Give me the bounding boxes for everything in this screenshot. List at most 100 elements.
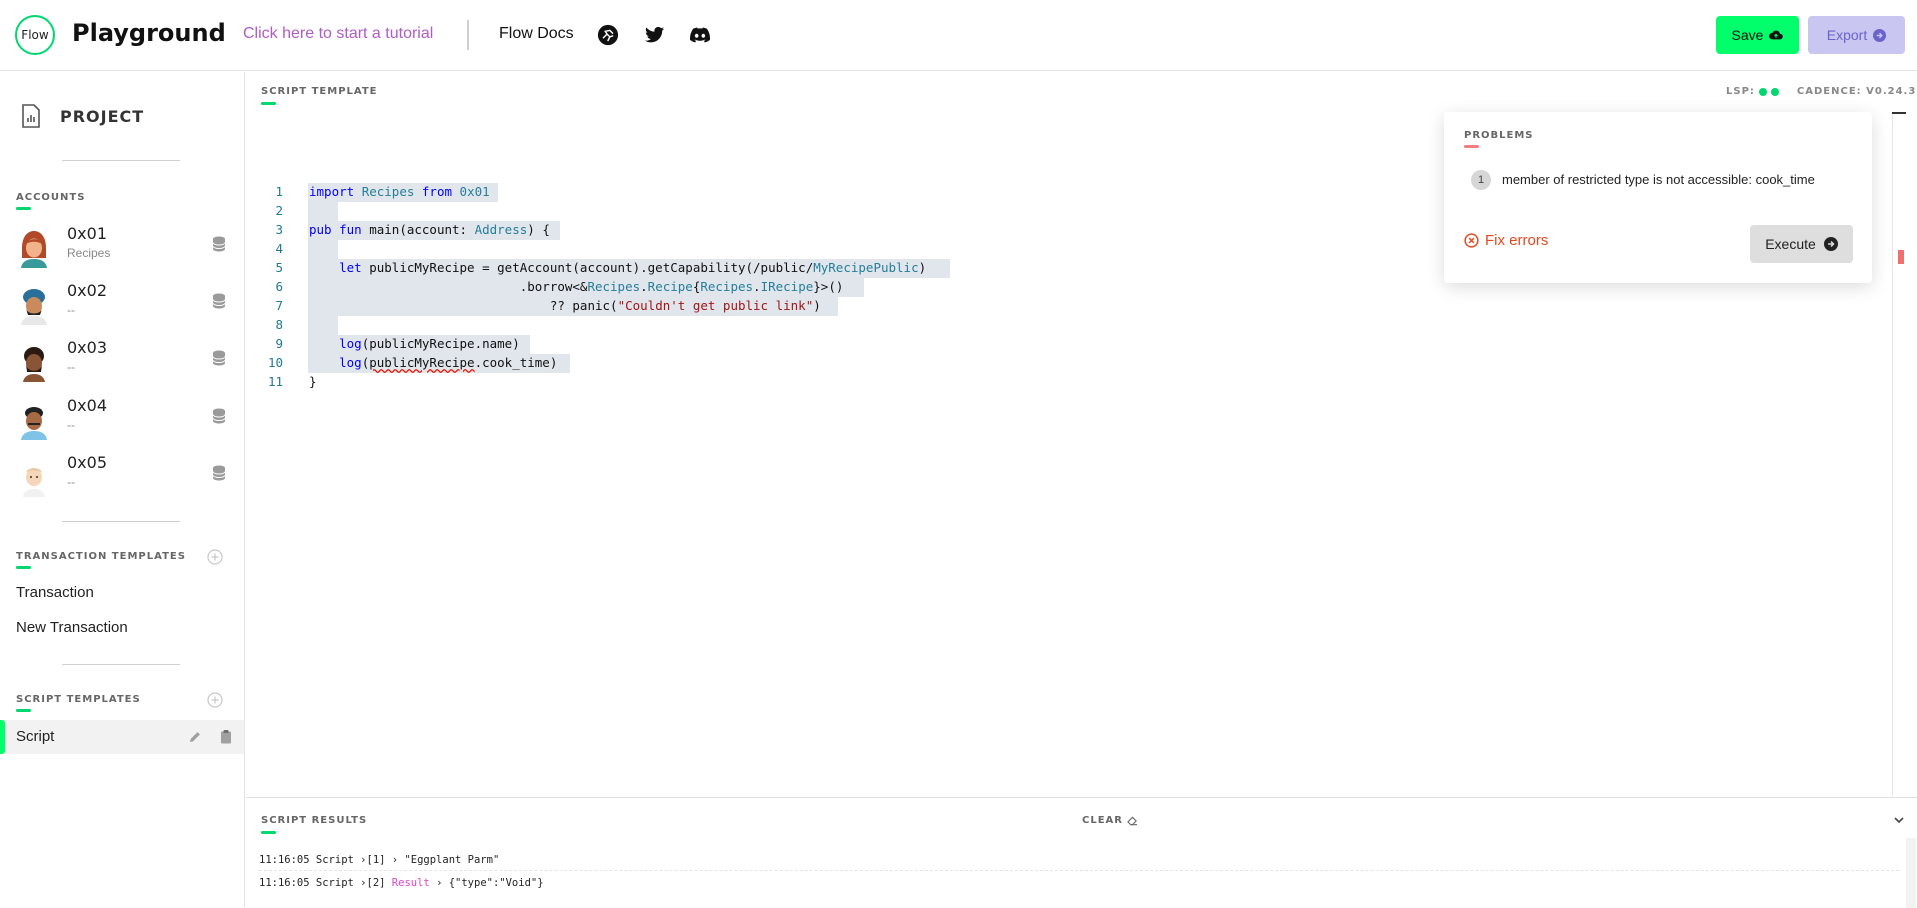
script-template-item[interactable]: Script: [0, 720, 244, 754]
account-item[interactable]: 0x04 --: [0, 394, 245, 448]
lsp-label: LSP:: [1726, 86, 1755, 97]
avatar: [21, 231, 47, 268]
flow-runner-icon[interactable]: [596, 23, 620, 47]
account-name: --: [67, 360, 75, 374]
problems-label: PROBLEMS: [1464, 130, 1534, 141]
export-button[interactable]: Export: [1808, 16, 1905, 54]
result-source: Script: [315, 854, 354, 866]
save-button[interactable]: Save: [1716, 16, 1799, 54]
save-label: Save: [1731, 27, 1764, 43]
line-number: 1: [275, 184, 283, 199]
selection-highlight: [308, 316, 338, 335]
editor-scrollbar[interactable]: [1892, 112, 1906, 797]
scrollbar-position-marker: [1892, 112, 1906, 114]
problems-underline: [1464, 145, 1479, 148]
clear-results-button[interactable]: CLEAR: [1082, 815, 1138, 826]
project-label: PROJECT: [60, 106, 145, 126]
result-source: Script: [315, 876, 354, 889]
code-text: .borrow<&Recipes.Recipe{Recipes.IRecipe}…: [309, 279, 844, 294]
sidebar-divider: [62, 664, 180, 665]
execute-button[interactable]: Execute: [1750, 225, 1853, 263]
results-label: SCRIPT RESULTS: [261, 815, 368, 826]
flow-docs-link[interactable]: Flow Docs: [499, 25, 574, 43]
cadence-version: CADENCE: V0.24.3: [1796, 86, 1917, 97]
problems-panel: PROBLEMS 1 member of restricted type is …: [1444, 112, 1872, 283]
chevron-down-icon[interactable]: [1892, 813, 1906, 827]
result-index: [2]: [366, 876, 386, 889]
sidebar-divider: [62, 521, 180, 522]
results-underline: [261, 831, 276, 834]
avatar: [23, 347, 45, 382]
accounts-underline: [16, 207, 31, 210]
line-number: 3: [275, 222, 283, 237]
database-icon[interactable]: [212, 465, 226, 481]
account-item[interactable]: 0x02 --: [0, 279, 245, 333]
account-name: Recipes: [67, 246, 111, 260]
line-number: 11: [267, 374, 283, 389]
discord-icon[interactable]: [688, 23, 712, 47]
code-text: log(publicMyRecipe.name): [339, 336, 520, 351]
add-transaction-icon[interactable]: [207, 549, 223, 565]
code-text: log(publicMyRecipe.cook_time): [339, 355, 558, 370]
chevron-right-icon: ›: [436, 876, 443, 889]
add-script-icon[interactable]: [207, 692, 223, 708]
script-template-label: Script: [16, 728, 55, 745]
code-line: 7 ?? panic("Couldn't get public link"): [246, 297, 1886, 316]
transaction-template-item[interactable]: Transaction: [16, 584, 94, 601]
fix-errors-button[interactable]: Fix errors: [1464, 232, 1548, 249]
flow-logo[interactable]: Flow: [15, 15, 55, 55]
result-value: {"type":"Void"}: [448, 876, 544, 889]
problem-message[interactable]: member of restricted type is not accessi…: [1502, 172, 1815, 187]
database-icon[interactable]: [212, 293, 226, 309]
scrollbar-error-marker: [1898, 250, 1904, 264]
export-label: Export: [1826, 27, 1868, 43]
header-divider: [467, 20, 469, 50]
account-name: --: [67, 303, 75, 317]
pencil-icon[interactable]: [188, 730, 202, 744]
line-number: 2: [275, 203, 283, 218]
account-name: --: [67, 418, 75, 432]
tutorial-link[interactable]: Click here to start a tutorial: [243, 25, 433, 43]
editor-label: SCRIPT TEMPLATE: [261, 86, 378, 97]
results-scrollbar[interactable]: [1906, 838, 1916, 908]
code-line: 8: [246, 316, 1886, 335]
code-line: 11 }: [246, 373, 1886, 392]
account-address: 0x01: [67, 224, 108, 243]
fix-errors-label: Fix errors: [1485, 232, 1549, 249]
account-item[interactable]: 0x03 --: [0, 336, 245, 390]
database-icon[interactable]: [212, 408, 226, 424]
database-icon[interactable]: [212, 236, 226, 252]
line-number: 5: [275, 260, 283, 275]
editor-underline: [261, 102, 276, 105]
project-header[interactable]: PROJECT: [20, 104, 144, 128]
result-line: 11:16:05 Script › [1] › "Eggplant Parm": [259, 850, 1899, 871]
line-number: 4: [275, 241, 283, 256]
top-header: Flow Playground Click here to start a tu…: [0, 0, 1917, 71]
line-number: 9: [275, 336, 283, 351]
database-icon[interactable]: [212, 350, 226, 366]
result-line: 11:16:05 Script › [2] Result › {"type":"V…: [259, 872, 1899, 893]
sidebar: PROJECT ACCOUNTS 0x01 Recipes 0x02 -- 0x…: [0, 72, 245, 907]
result-time: 11:16:05: [259, 854, 310, 866]
result-index: [1]: [366, 854, 386, 866]
transaction-template-item[interactable]: New Transaction: [16, 619, 128, 636]
code-text: let publicMyRecipe = getAccount(account)…: [339, 260, 927, 275]
code-text: ?? panic("Couldn't get public link"): [309, 298, 821, 313]
error-circle-icon: [1464, 233, 1479, 248]
project-file-icon: [22, 104, 40, 128]
problem-count-badge: 1: [1471, 170, 1491, 190]
account-item[interactable]: 0x01 Recipes: [0, 222, 245, 276]
script-templates-label: SCRIPT TEMPLATES: [16, 694, 141, 705]
code-text: import Recipes from 0x01: [309, 184, 490, 199]
twitter-icon[interactable]: [643, 23, 667, 47]
result-time: 11:16:05: [259, 876, 310, 889]
code-line: 9 log(publicMyRecipe.name): [246, 335, 1886, 354]
line-number: 7: [275, 298, 283, 313]
account-item[interactable]: 0x05 --: [0, 451, 245, 505]
clipboard-icon[interactable]: [220, 729, 232, 744]
account-address: 0x02: [67, 281, 108, 300]
transaction-templates-label: TRANSACTION TEMPLATES: [16, 551, 186, 562]
cloud-upload-icon: [1769, 30, 1784, 40]
arrow-circle-right-icon: [1873, 28, 1887, 42]
account-address: 0x05: [67, 453, 108, 472]
